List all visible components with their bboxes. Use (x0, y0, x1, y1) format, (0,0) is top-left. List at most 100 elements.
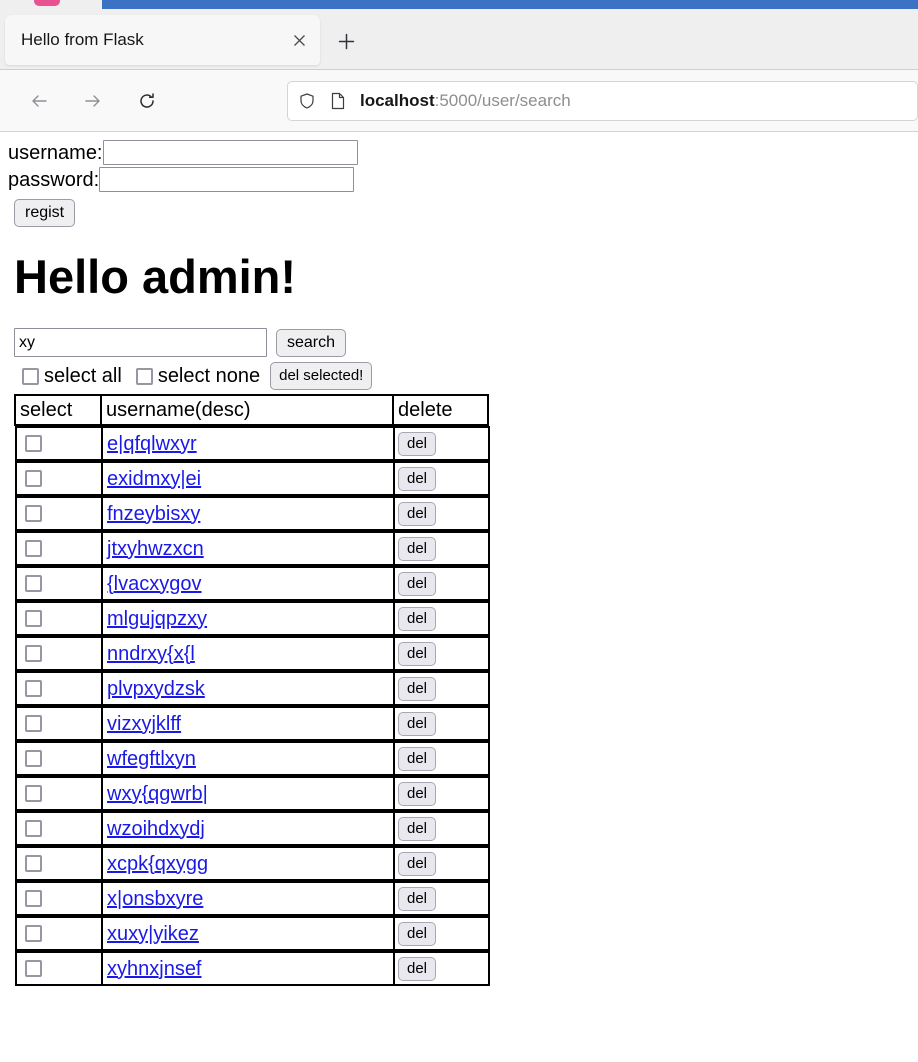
row-select-checkbox[interactable] (25, 855, 42, 872)
row-delete-button[interactable]: del (398, 781, 437, 806)
row-select-checkbox[interactable] (25, 750, 42, 767)
username-link[interactable]: exidmxy|ei (107, 468, 201, 490)
row-select-checkbox[interactable] (25, 505, 42, 522)
page-icon[interactable] (330, 92, 346, 110)
username-link[interactable]: mlgujqpzxy (107, 608, 207, 630)
table-row-wrapper: nndrxy{x{l del (15, 636, 490, 671)
cell-username: {lvacxygov (101, 566, 395, 601)
username-link[interactable]: wxy{qgwrb| (107, 783, 208, 805)
row-delete-button[interactable]: del (398, 466, 437, 491)
table-row-cells: x|onsbxyre del (15, 881, 490, 916)
row-select-checkbox[interactable] (25, 470, 42, 487)
row-delete-button[interactable]: del (398, 641, 437, 666)
table-row-wrapper: xyhnxjnsef del (15, 951, 490, 986)
table-row-cells: wfegftlxyn del (15, 741, 490, 776)
username-link[interactable]: xuxy|yikez (107, 923, 199, 945)
cell-username: xuxy|yikez (101, 916, 395, 951)
username-link[interactable]: nndrxy{x{l (107, 643, 195, 665)
row-delete-button[interactable]: del (398, 676, 437, 701)
username-link[interactable]: jtxyhwzxcn (107, 538, 204, 560)
row-select-checkbox[interactable] (25, 715, 42, 732)
row-delete-button[interactable]: del (398, 536, 437, 561)
row-select-checkbox[interactable] (25, 610, 42, 627)
username-link[interactable]: wzoihdxydj (107, 818, 205, 840)
row-select-checkbox[interactable] (25, 890, 42, 907)
username-link[interactable]: e|qfqlwxyr (107, 433, 197, 455)
row-select-checkbox[interactable] (25, 575, 42, 592)
table-row-cells: jtxyhwzxcn del (15, 531, 490, 566)
close-icon[interactable] (284, 25, 314, 55)
row-select-checkbox[interactable] (25, 925, 42, 942)
select-none-checkbox[interactable] (135, 367, 153, 385)
row-delete-button[interactable]: del (398, 571, 437, 596)
table-row-inner: wzoihdxydj del (15, 811, 490, 846)
browser-tab[interactable]: Hello from Flask (5, 15, 320, 65)
username-field[interactable] (102, 140, 358, 165)
cell-select (15, 776, 103, 811)
table-row-inner: xyhnxjnsef del (15, 951, 490, 986)
table-row-inner: nndrxy{x{l del (15, 636, 490, 671)
row-select-checkbox[interactable] (25, 645, 42, 662)
table-row-wrapper: fnzeybisxy del (15, 496, 490, 531)
table-row-wrapper: exidmxy|ei del (15, 461, 490, 496)
search-button[interactable]: search (276, 328, 347, 357)
row-delete-button[interactable]: del (398, 746, 437, 771)
select-none-label: select none (157, 364, 261, 387)
row-select-checkbox[interactable] (25, 435, 42, 452)
arrow-left-icon[interactable] (20, 82, 58, 120)
column-header-select: select (14, 394, 102, 426)
search-input[interactable] (14, 328, 267, 357)
users-table-head: select username(desc) delete (14, 394, 489, 426)
page-title: Hello admin! (14, 250, 297, 303)
reload-icon[interactable] (128, 82, 166, 120)
table-row: e|qfqlwxyr del (15, 425, 490, 461)
plus-icon[interactable] (332, 27, 360, 55)
table-row-cells: xuxy|yikez del (15, 916, 490, 951)
username-link[interactable]: vizxyjklff (107, 713, 181, 735)
password-field[interactable] (99, 167, 355, 192)
username-link[interactable]: wfegftlxyn (107, 748, 196, 770)
row-select-checkbox[interactable] (25, 540, 42, 557)
username-link[interactable]: plvpxydzsk (107, 678, 205, 700)
table-row-inner: exidmxy|ei del (15, 461, 490, 496)
row-delete-button[interactable]: del (398, 501, 437, 526)
url-bar[interactable]: localhost:5000/user/search (287, 81, 918, 121)
table-row-cells: mlgujqpzxy del (15, 601, 490, 636)
row-delete-button[interactable]: del (398, 431, 437, 456)
row-select-checkbox[interactable] (25, 785, 42, 802)
regist-button[interactable]: regist (14, 199, 76, 227)
username-link[interactable]: x|onsbxyre (107, 888, 203, 910)
window-control-chip[interactable] (34, 0, 60, 6)
row-select-checkbox[interactable] (25, 820, 42, 837)
table-row: {lvacxygov del (15, 566, 490, 601)
select-none-control[interactable]: select none (135, 364, 261, 388)
row-delete-button[interactable]: del (398, 606, 437, 631)
row-delete-button[interactable]: del (398, 956, 437, 981)
row-delete-button[interactable]: del (398, 851, 437, 876)
table-row-inner: xuxy|yikez del (15, 916, 490, 951)
row-delete-button[interactable]: del (398, 816, 437, 841)
shield-icon[interactable] (298, 92, 316, 110)
username-link[interactable]: {lvacxygov (107, 573, 202, 595)
table-row-inner: vizxyjklff del (15, 706, 490, 741)
table-row-wrapper: {lvacxygov del (15, 566, 490, 601)
table-row-wrapper: xuxy|yikez del (15, 916, 490, 951)
table-row: nndrxy{x{l del (15, 636, 490, 671)
row-delete-button[interactable]: del (398, 921, 437, 946)
table-row-cells: wzoihdxydj del (15, 811, 490, 846)
row-select-checkbox[interactable] (25, 680, 42, 697)
table-row: wfegftlxyn del (15, 741, 490, 776)
username-link[interactable]: fnzeybisxy (107, 503, 200, 525)
del-selected-button[interactable]: del selected! (270, 362, 373, 390)
row-delete-button[interactable]: del (398, 711, 437, 736)
select-all-control[interactable]: select all (22, 365, 122, 388)
url-host: localhost (360, 91, 435, 110)
row-delete-button[interactable]: del (398, 886, 437, 911)
select-all-checkbox[interactable] (22, 367, 39, 385)
cell-delete: del (393, 951, 490, 986)
row-select-checkbox[interactable] (25, 960, 42, 977)
username-link[interactable]: xyhnxjnsef (107, 958, 202, 980)
username-link[interactable]: xcpk{qxygg (107, 853, 208, 875)
cell-select (15, 461, 103, 496)
arrow-right-icon[interactable] (74, 82, 112, 120)
